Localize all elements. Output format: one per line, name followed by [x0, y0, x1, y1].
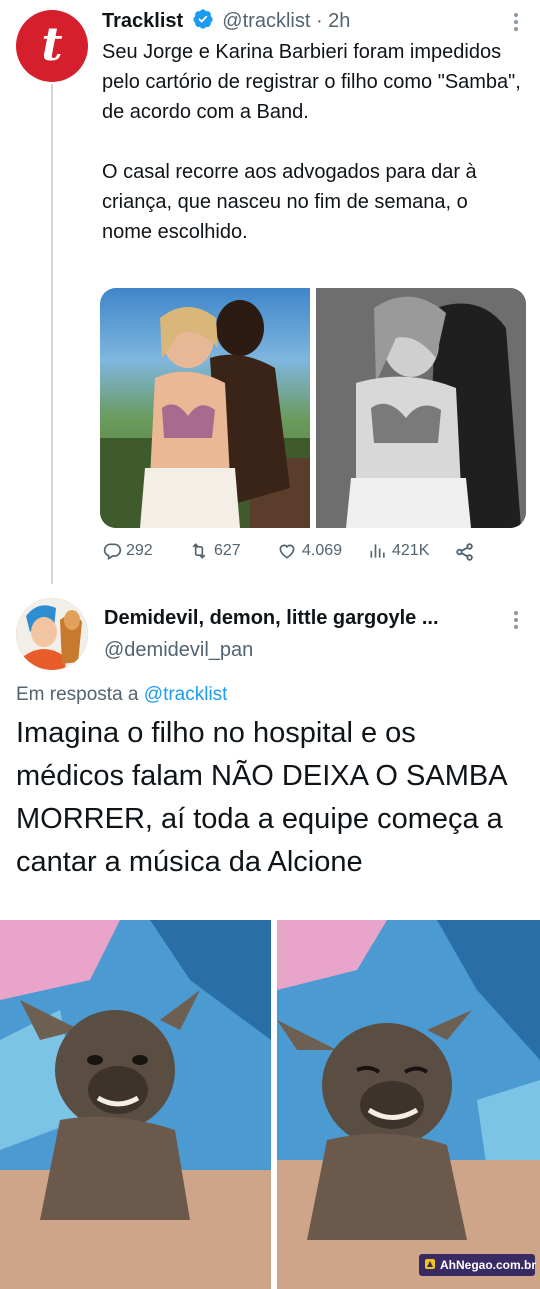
tweet-header: Tracklist @tracklist · 2h: [102, 8, 350, 37]
tweet-paragraph: Seu Jorge e Karina Barbieri foram impedi…: [102, 41, 521, 123]
avatar-letter: t: [41, 17, 63, 71]
retweet-button[interactable]: 627: [188, 541, 241, 561]
watermark-text: AhNegao.com.br: [440, 1258, 537, 1272]
tweet-actions: 292 627 4.069 421K: [100, 541, 480, 567]
reply-button[interactable]: 292: [102, 541, 153, 561]
watermark-logo-icon: [424, 1258, 436, 1273]
more-options-icon[interactable]: [506, 10, 526, 34]
avatar[interactable]: [16, 598, 88, 670]
tweet-demidevil-reply[interactable]: Demidevil, demon, little gargoyle ... @d…: [0, 590, 540, 920]
avatar[interactable]: t: [16, 10, 88, 82]
share-button[interactable]: [454, 541, 476, 563]
retweet-count: 627: [214, 542, 241, 559]
heart-icon: [276, 541, 298, 561]
like-count: 4.069: [302, 542, 343, 559]
reply-count: 292: [126, 542, 153, 559]
views-button[interactable]: 421K: [368, 541, 429, 561]
reply-to-link[interactable]: @tracklist: [144, 684, 228, 705]
tweet-media[interactable]: [100, 288, 526, 528]
reply-icon: [102, 541, 122, 561]
tweet-text: Seu Jorge e Karina Barbieri foram impedi…: [102, 37, 522, 247]
thread-connector-line: [51, 84, 53, 584]
views-count: 421K: [392, 542, 430, 559]
reply-context: Em resposta a @tracklist: [16, 683, 227, 707]
more-options-icon[interactable]: [506, 608, 526, 632]
analytics-bars-icon: [368, 541, 388, 561]
meme-images: [0, 920, 540, 1289]
author-handle-time[interactable]: @tracklist · 2h: [222, 10, 350, 32]
dog-photo-left: [0, 920, 271, 1289]
author-handle[interactable]: @demidevil_pan: [104, 637, 253, 663]
dog-photo-right: [277, 920, 540, 1289]
like-button[interactable]: 4.069: [276, 541, 342, 561]
verified-badge-icon: [192, 8, 214, 37]
reply-prefix: Em resposta a: [16, 684, 139, 705]
site-watermark: AhNegao.com.br: [419, 1254, 537, 1276]
tweet-tracklist[interactable]: t Tracklist @tracklist · 2h Seu Jorge e …: [0, 0, 540, 590]
tweet-paragraph: O casal recorre aos advogados para dar à…: [102, 161, 477, 243]
share-icon: [454, 541, 476, 563]
photo-couple-color[interactable]: [100, 288, 310, 528]
photo-couple-bw[interactable]: [316, 288, 526, 528]
retweet-icon: [188, 541, 210, 561]
author-name[interactable]: Demidevil, demon, little gargoyle ...: [104, 605, 439, 631]
author-name[interactable]: Tracklist: [102, 10, 183, 32]
tweet-text: Imagina o filho no hospital e os médicos…: [16, 717, 506, 878]
